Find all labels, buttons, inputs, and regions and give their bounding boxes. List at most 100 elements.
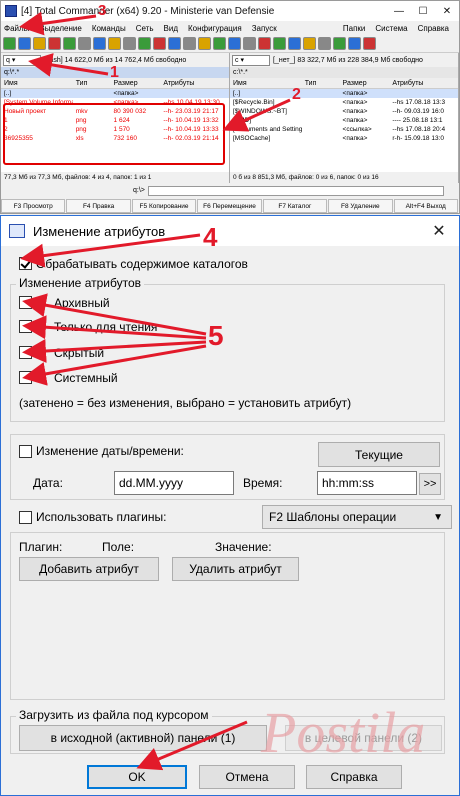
file-row[interactable]: [MSOCache] <папка> r-h- 15.09.18 13:0 xyxy=(230,134,458,143)
toolbar-icon[interactable] xyxy=(318,37,331,50)
right-drive-select[interactable]: c ▾ xyxy=(232,54,270,66)
value-column-label: Значение: xyxy=(215,540,272,554)
attr-hidden-label: Скрытый xyxy=(54,346,105,360)
file-row[interactable]: [$Recycle.Bin] <папка> --hs 17.08.18 13:3 xyxy=(230,98,458,107)
close-icon[interactable]: ✕ xyxy=(435,6,459,17)
file-row[interactable]: [..] <папка> xyxy=(230,89,458,98)
toolbar-icon[interactable] xyxy=(348,37,361,50)
attr-archive-checkbox[interactable] xyxy=(19,296,32,309)
menu-select[interactable]: Выделение xyxy=(39,24,81,33)
col-attr[interactable]: Атрибуты xyxy=(389,78,458,88)
attr-system-checkbox[interactable] xyxy=(19,371,32,384)
toolbar-icon[interactable] xyxy=(303,37,316,50)
toolbar-icon[interactable] xyxy=(273,37,286,50)
file-attr xyxy=(160,89,229,98)
file-size: <папка> xyxy=(342,108,368,115)
col-name[interactable]: Имя xyxy=(1,78,73,88)
toolbar-icon[interactable] xyxy=(108,37,121,50)
toolbar-icon[interactable] xyxy=(183,37,196,50)
toolbar-icon[interactable] xyxy=(63,37,76,50)
toolbar-icon[interactable] xyxy=(363,37,376,50)
right-file-list: [..] <папка> [$Recycle.Bin] <папка> --hs 17.… xyxy=(230,89,458,143)
operation-templates-select[interactable]: F2 Шаблоны операции ▼ xyxy=(262,505,452,529)
ok-button[interactable]: OK xyxy=(87,765,187,789)
attr-hidden-checkbox[interactable] xyxy=(19,346,32,359)
attr-readonly-checkbox[interactable] xyxy=(19,320,32,333)
toolbar-icon[interactable] xyxy=(168,37,181,50)
minimize-icon[interactable]: — xyxy=(387,6,411,17)
col-size[interactable]: Размер xyxy=(340,78,390,88)
time-input[interactable]: hh:mm:ss xyxy=(317,471,417,495)
left-drive-select[interactable]: q ▾ xyxy=(3,54,41,66)
file-size: <папка> xyxy=(342,135,368,142)
toolbar-icon[interactable] xyxy=(33,37,46,50)
file-type xyxy=(302,134,340,143)
toolbar-icon[interactable] xyxy=(228,37,241,50)
file-attr: ---- 25.08.18 13:1 xyxy=(392,117,443,124)
process-subdirs-checkbox[interactable] xyxy=(19,257,32,270)
cmd-input[interactable] xyxy=(147,185,444,196)
toolbar-icon[interactable] xyxy=(138,37,151,50)
file-row[interactable]: [$WINDOWS.~BT] <папка> --h- 09.03.19 16:0 xyxy=(230,107,458,116)
file-row[interactable]: [AMD] <папка> ---- 25.08.18 13:1 xyxy=(230,116,458,125)
toolbar-icon[interactable] xyxy=(123,37,136,50)
toolbar-icon[interactable] xyxy=(243,37,256,50)
menu-view[interactable]: Вид xyxy=(164,24,178,33)
toolbar-icon[interactable] xyxy=(93,37,106,50)
toolbar-icon[interactable] xyxy=(48,37,61,50)
col-attr[interactable]: Атрибуты xyxy=(160,78,229,88)
toolbar-icon[interactable] xyxy=(3,37,16,50)
file-name: [$WINDOWS.~BT] xyxy=(233,108,287,115)
toolbar-icon[interactable] xyxy=(333,37,346,50)
menu-system[interactable]: Система xyxy=(375,24,407,33)
change-datetime-checkbox[interactable] xyxy=(19,445,32,458)
toolbar-icon[interactable] xyxy=(258,37,271,50)
toolbar-icon[interactable] xyxy=(288,37,301,50)
use-plugins-label: Использовать плагины: xyxy=(36,510,167,524)
file-row[interactable]: [Documents and Settings] <ссылка> --hs 17.… xyxy=(230,125,458,134)
col-type[interactable]: Тип xyxy=(302,78,340,88)
annotation-3: 3 xyxy=(98,2,107,19)
attr-archive-key: a xyxy=(36,296,43,310)
toolbar-icon[interactable] xyxy=(213,37,226,50)
file-type xyxy=(302,107,340,116)
use-plugins-checkbox[interactable] xyxy=(19,511,32,524)
menu-commands[interactable]: Команды xyxy=(92,24,126,33)
file-attr: --h- 09.03.19 16:0 xyxy=(392,108,444,115)
cmd-prompt: q:\> xyxy=(133,187,145,194)
f3-view-button[interactable]: F3 Просмотр xyxy=(1,199,66,213)
menu-config[interactable]: Конфигурация xyxy=(188,24,242,33)
more-button[interactable]: >> xyxy=(419,473,441,495)
menu-files[interactable]: Файлы xyxy=(4,24,29,33)
f8-delete-button[interactable]: F8 Удаление xyxy=(328,199,393,213)
delete-attribute-button[interactable]: Удалить атрибут xyxy=(172,557,299,581)
file-row[interactable]: [..] <папка> xyxy=(1,89,229,98)
annotation-2: 2 xyxy=(292,86,301,103)
file-size: <папка> xyxy=(342,117,368,124)
toolbar-icon[interactable] xyxy=(153,37,166,50)
menu-help[interactable]: Справка xyxy=(418,24,449,33)
toolbar-icon[interactable] xyxy=(18,37,31,50)
maximize-icon[interactable]: ☐ xyxy=(411,6,435,17)
right-panel[interactable]: c ▾ [_нет_] 83 322,7 Мб из 228 384,9 Мб … xyxy=(230,53,459,183)
menu-start[interactable]: Запуск xyxy=(252,24,277,33)
menu-folders[interactable]: Папки xyxy=(343,24,366,33)
date-input[interactable]: dd.MM.yyyy xyxy=(114,471,234,495)
dialog-title-bar: Изменение атрибутов ✕ xyxy=(1,216,459,246)
f6-move-button[interactable]: F6 Перемещение xyxy=(197,199,262,213)
menu-net[interactable]: Сеть xyxy=(136,24,154,33)
f5-copy-button[interactable]: F5 Копирование xyxy=(131,199,197,213)
add-attribute-button[interactable]: Добавить атрибут xyxy=(19,557,159,581)
f7-mkdir-button[interactable]: F7 Каталог xyxy=(262,199,328,213)
source-panel-button[interactable]: в исходной (активной) панели (1) xyxy=(19,725,267,751)
col-name[interactable]: Имя xyxy=(230,78,302,88)
attr-system-label: Системный xyxy=(54,371,118,385)
close-icon[interactable]: ✕ xyxy=(419,221,459,241)
f4-edit-button[interactable]: F4 Правка xyxy=(66,199,131,213)
altf4-exit-button[interactable]: Alt+F4 Выход xyxy=(393,199,458,213)
attr-system-key: s xyxy=(36,371,42,385)
toolbar-icon[interactable] xyxy=(198,37,211,50)
col-type[interactable]: Тип xyxy=(73,78,111,88)
current-datetime-button[interactable]: Текущие xyxy=(318,442,440,467)
toolbar-icon[interactable] xyxy=(78,37,91,50)
